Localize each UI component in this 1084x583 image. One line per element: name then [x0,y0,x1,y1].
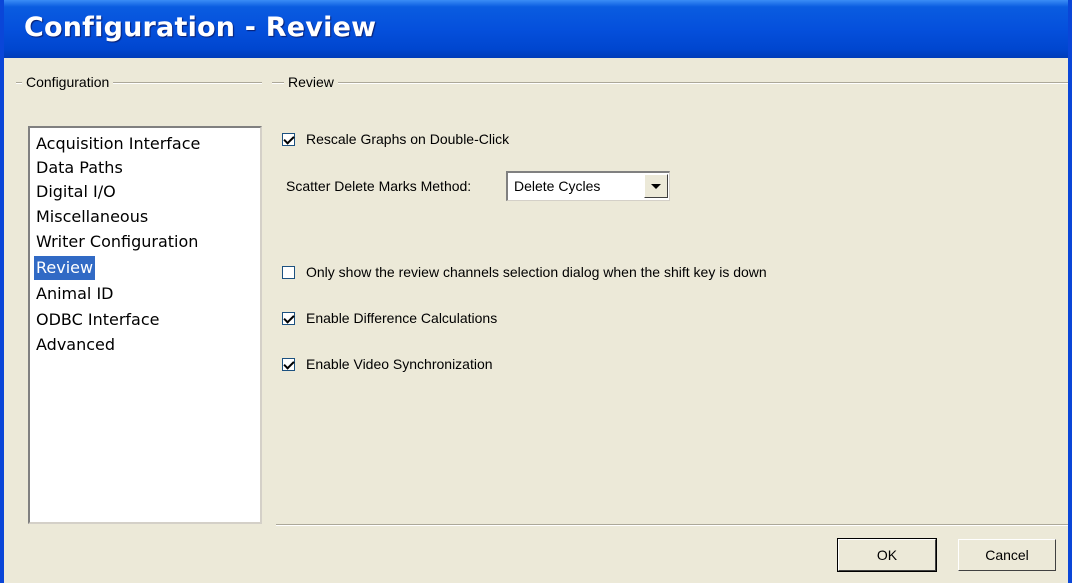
review-group-label: Review [284,74,338,90]
scatter-method-label: Scatter Delete Marks Method: [286,178,472,194]
video-sync-label: Enable Video Synchronization [306,356,493,372]
title-bar[interactable]: Configuration - Review [4,0,1068,58]
rescale-label: Rescale Graphs on Double-Click [306,131,510,147]
rescale-checkbox[interactable] [282,133,295,146]
list-item-data-paths[interactable]: Data Paths [34,156,125,180]
scatter-method-select[interactable]: Delete Cycles [506,171,670,201]
list-item-writer-configuration[interactable]: Writer Configuration [34,230,200,254]
chevron-down-icon[interactable] [644,174,668,198]
shift-dialog-checkbox[interactable] [282,266,295,279]
list-item-animal-id[interactable]: Animal ID [34,282,116,306]
list-item-review[interactable]: Review [34,256,96,280]
list-item-acquisition-interface[interactable]: Acquisition Interface [34,132,202,156]
config-group-label: Configuration [22,74,114,90]
config-dialog: Configuration - Review Configuration Acq… [0,0,1072,583]
list-item-miscellaneous[interactable]: Miscellaneous [34,205,150,229]
button-separator [276,524,1068,526]
cancel-button[interactable]: Cancel [958,539,1056,571]
window-title: Configuration - Review [24,12,377,43]
ok-button[interactable]: OK [837,538,937,572]
config-category-list[interactable]: Acquisition Interface Data Paths Digital… [28,126,262,524]
difference-checkbox[interactable] [282,312,295,325]
list-item-odbc-interface[interactable]: ODBC Interface [34,308,162,332]
shift-dialog-label: Only show the review channels selection … [306,264,767,280]
video-sync-checkbox[interactable] [282,358,295,371]
review-group-line [272,82,1068,84]
list-item-digital-io[interactable]: Digital I/O [34,180,118,204]
scatter-method-value: Delete Cycles [514,178,601,194]
list-item-advanced[interactable]: Advanced [34,333,117,357]
difference-label: Enable Difference Calculations [306,310,498,326]
